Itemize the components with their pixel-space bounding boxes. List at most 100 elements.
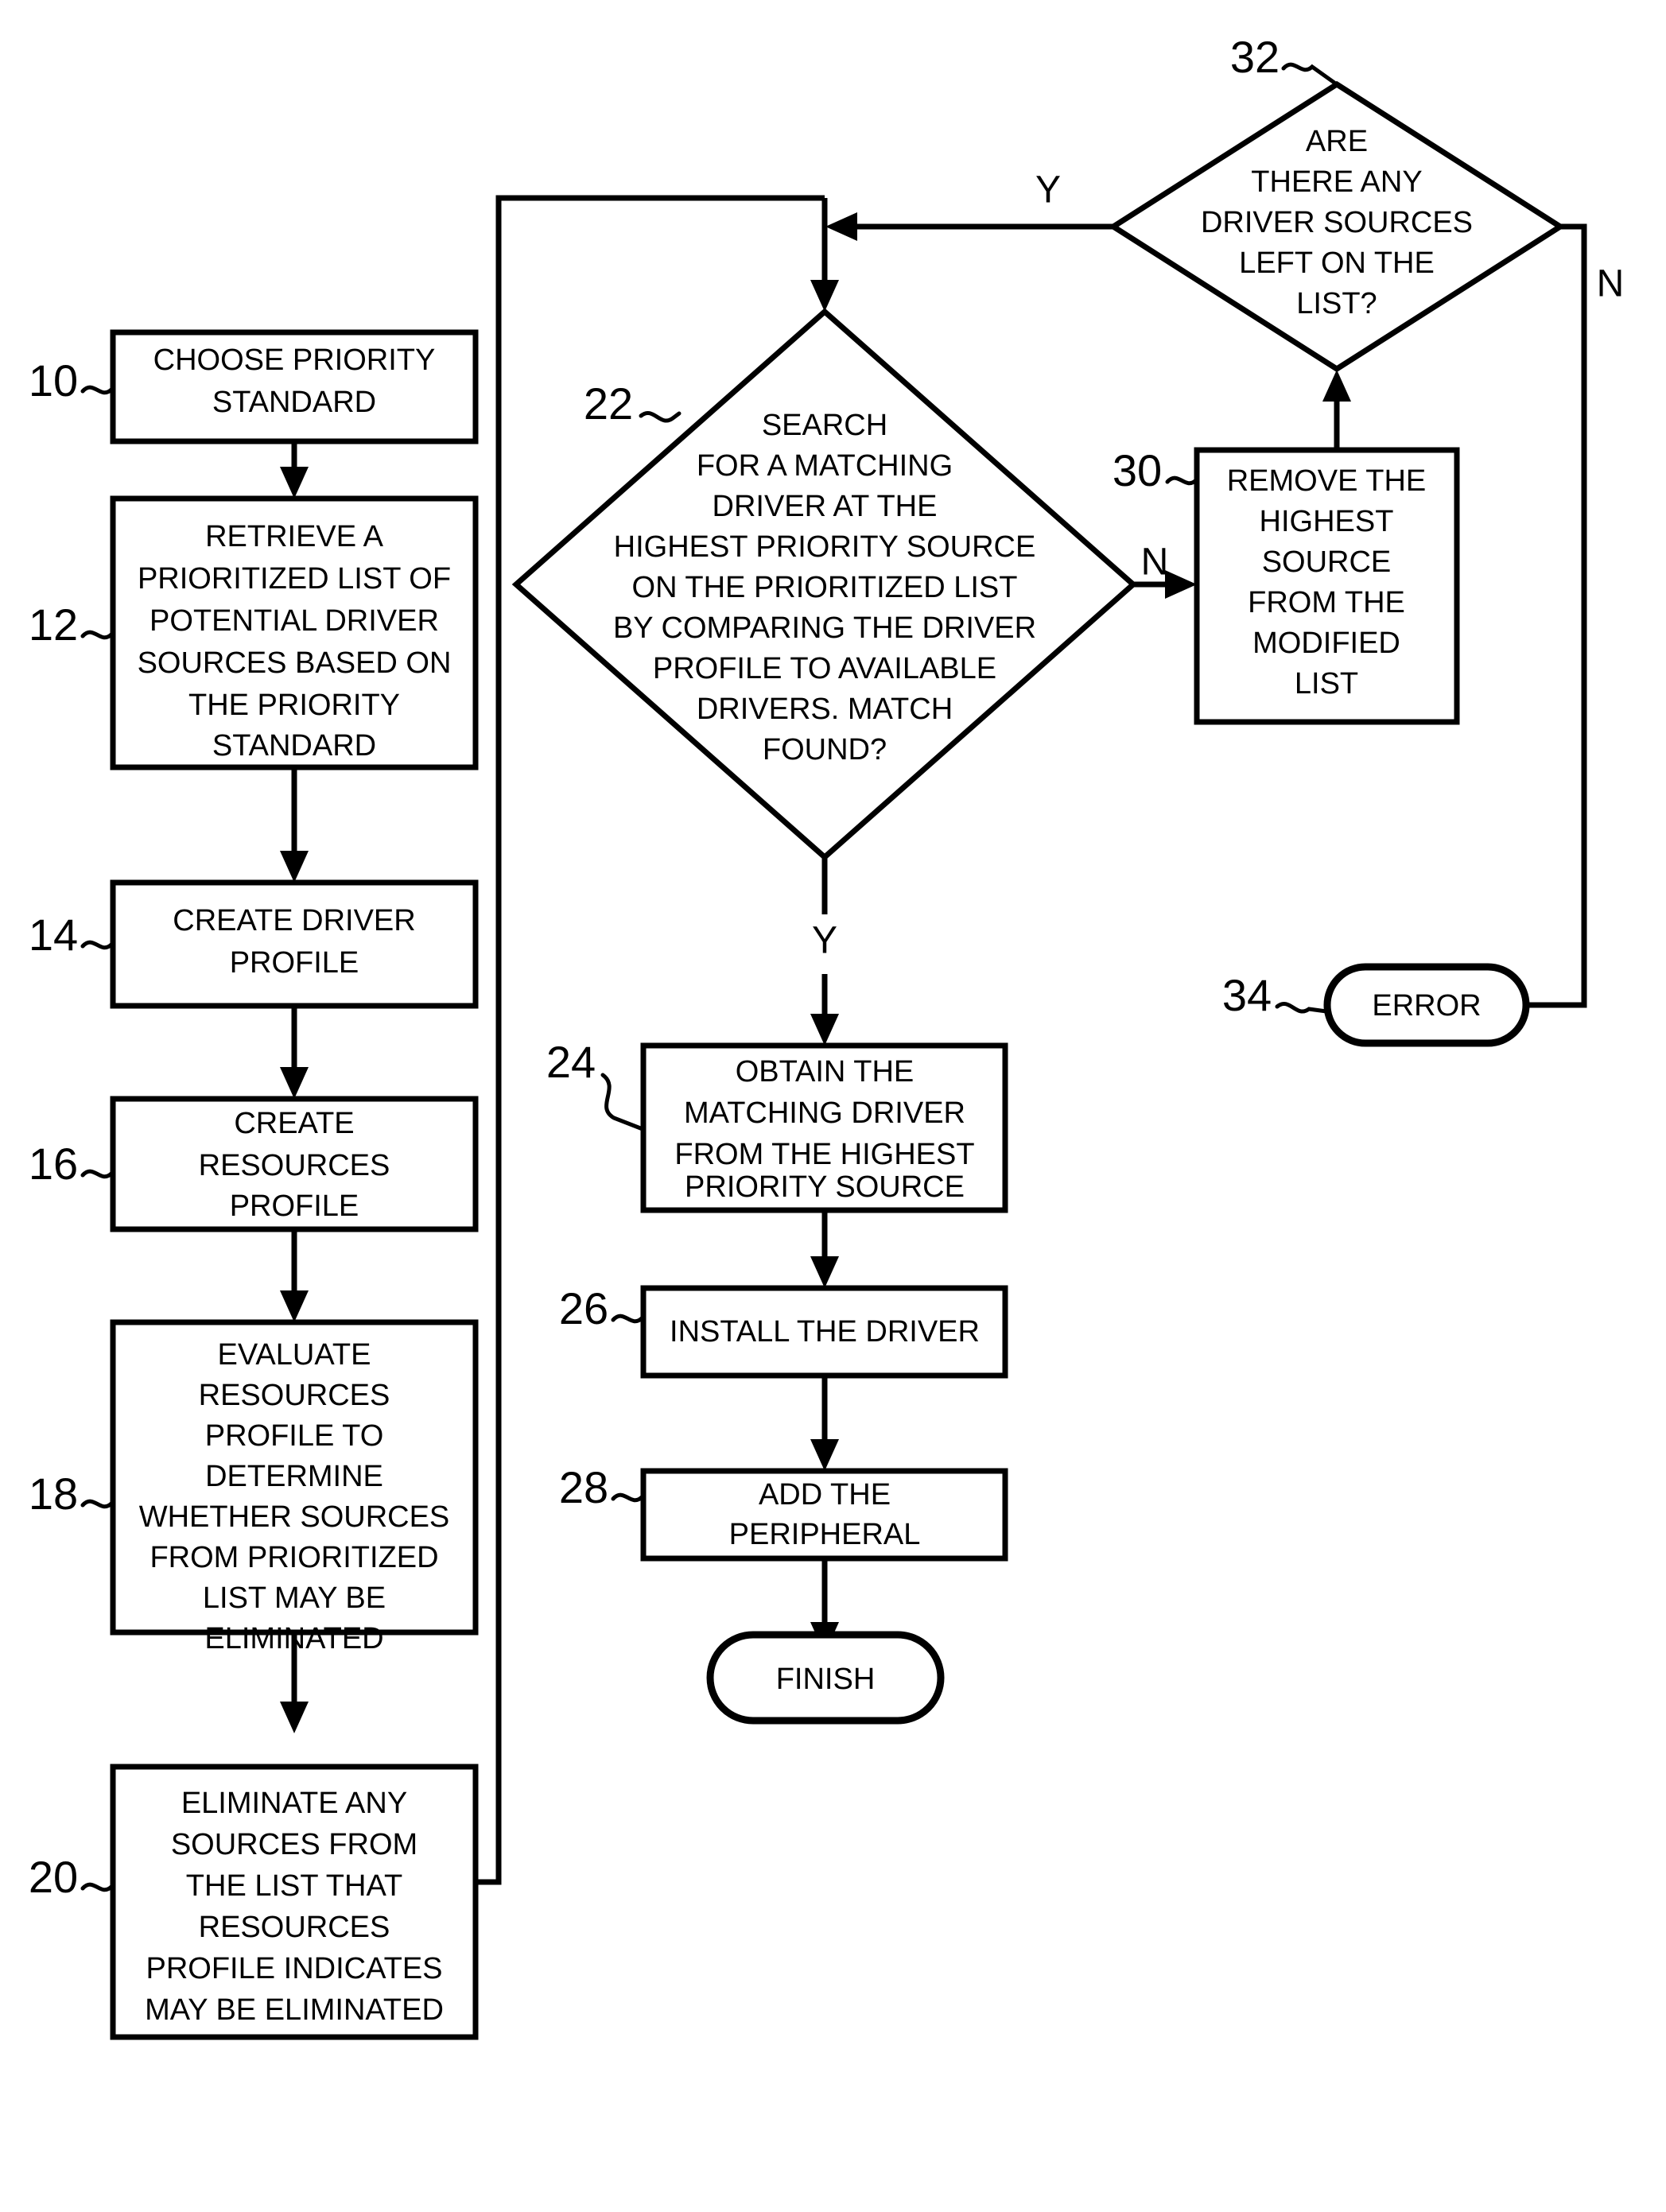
node-12-line-2: POTENTIAL DRIVER xyxy=(150,604,439,638)
connector-24-to-26 xyxy=(810,1210,839,1288)
node-28-line-0: ADD THE xyxy=(759,1478,891,1512)
node-18-line-1: RESOURCES xyxy=(199,1379,390,1412)
svg-text:12: 12 xyxy=(29,600,78,650)
node-26-install-the-driver[interactable]: INSTALL THE DRIVER xyxy=(640,1285,1008,1379)
ref-label-16: 16 xyxy=(29,1139,115,1189)
node-24-line-3: PRIORITY SOURCE xyxy=(685,1170,965,1204)
node-18-evaluate-resources-profile[interactable]: EVALUATE RESOURCES PROFILE TO DETERMINE … xyxy=(110,1319,479,1655)
node-16-create-resources-profile[interactable]: CREATE RESOURCES PROFILE xyxy=(110,1096,479,1232)
connector-12-to-14 xyxy=(280,767,309,883)
branch-label-22-yes: Y xyxy=(812,920,837,962)
node-20-line-5: MAY BE ELIMINATED xyxy=(145,1993,444,2027)
node-16-line-0: CREATE xyxy=(234,1107,354,1140)
node-20-line-0: ELIMINATE ANY xyxy=(181,1787,407,1820)
node-12-line-0: RETRIEVE A xyxy=(205,520,383,553)
svg-text:32: 32 xyxy=(1230,32,1280,82)
node-34-label: ERROR xyxy=(1372,989,1481,1023)
ref-label-14: 14 xyxy=(29,910,115,960)
node-30-line-0: REMOVE THE xyxy=(1227,464,1427,498)
node-16-line-1: RESOURCES xyxy=(199,1149,390,1182)
node-34-error-terminator[interactable]: ERROR xyxy=(1323,963,1530,1047)
node-24-line-0: OBTAIN THE xyxy=(736,1055,915,1089)
ref-label-10: 10 xyxy=(29,355,115,406)
node-finish-terminator[interactable]: FINISH xyxy=(706,1631,945,1725)
connector-into-22 xyxy=(810,198,839,312)
node-24-line-1: MATCHING DRIVER xyxy=(684,1096,965,1130)
ref-label-24: 24 xyxy=(546,1037,645,1131)
node-14-create-driver-profile[interactable]: CREATE DRIVER PROFILE xyxy=(110,879,479,1009)
node-32-line-0: ARE xyxy=(1306,125,1368,158)
ref-label-18: 18 xyxy=(29,1469,115,1519)
branch-label-22-no: N xyxy=(1141,541,1169,584)
node-32-sources-left-decision[interactable]: ARE THERE ANY DRIVER SOURCES LEFT ON THE… xyxy=(1108,80,1566,373)
ref-label-20: 20 xyxy=(29,1852,115,1902)
node-22-line-2: DRIVER AT THE xyxy=(713,490,938,523)
node-14-line-1: PROFILE xyxy=(230,946,359,980)
node-20-line-3: RESOURCES xyxy=(199,1911,390,1944)
svg-text:22: 22 xyxy=(584,378,633,429)
node-28-line-1: PERIPHERAL xyxy=(729,1518,921,1551)
node-18-line-6: LIST MAY BE xyxy=(203,1581,386,1615)
node-10-line-0: CHOOSE PRIORITY xyxy=(153,343,436,377)
connector-32-yes-to-22 xyxy=(825,212,1113,241)
ref-label-34: 34 xyxy=(1222,970,1329,1020)
node-22-line-6: PROFILE TO AVAILABLE xyxy=(653,652,996,685)
node-30-line-3: FROM THE xyxy=(1248,586,1405,619)
node-32-line-4: LIST? xyxy=(1296,287,1377,320)
node-22-line-5: BY COMPARING THE DRIVER xyxy=(613,611,1036,645)
branch-label-32-yes: Y xyxy=(1035,169,1061,211)
node-18-line-5: FROM PRIORITIZED xyxy=(150,1541,438,1574)
node-32-line-2: DRIVER SOURCES xyxy=(1201,206,1473,239)
svg-text:34: 34 xyxy=(1222,970,1272,1020)
node-16-line-2: PROFILE xyxy=(230,1189,359,1223)
svg-text:18: 18 xyxy=(29,1469,78,1519)
ref-label-22: 22 xyxy=(584,378,682,429)
node-22-line-8: FOUND? xyxy=(763,733,887,766)
node-10-line-1: STANDARD xyxy=(212,386,376,419)
node-12-line-1: PRIORITIZED LIST OF xyxy=(138,562,451,596)
connector-14-to-16 xyxy=(280,1006,309,1099)
ref-label-26: 26 xyxy=(559,1283,646,1333)
node-22-line-0: SEARCH xyxy=(762,409,887,442)
node-30-line-2: SOURCE xyxy=(1262,545,1392,579)
svg-text:26: 26 xyxy=(559,1283,608,1333)
svg-text:20: 20 xyxy=(29,1852,78,1902)
node-18-line-3: DETERMINE xyxy=(205,1460,383,1493)
node-18-line-2: PROFILE TO xyxy=(205,1419,384,1453)
branch-label-32-no: N xyxy=(1597,263,1625,305)
node-22-line-3: HIGHEST PRIORITY SOURCE xyxy=(614,530,1036,564)
node-30-remove-highest-source[interactable]: REMOVE THE HIGHEST SOURCE FROM THE MODIF… xyxy=(1194,447,1460,725)
node-18-line-0: EVALUATE xyxy=(218,1338,371,1372)
ref-label-12: 12 xyxy=(29,600,115,650)
ref-label-30: 30 xyxy=(1113,445,1200,495)
node-24-obtain-matching-driver[interactable]: OBTAIN THE MATCHING DRIVER FROM THE HIGH… xyxy=(640,1042,1008,1213)
node-14-line-0: CREATE DRIVER xyxy=(173,904,415,937)
svg-text:14: 14 xyxy=(29,910,78,960)
svg-text:28: 28 xyxy=(559,1462,608,1512)
node-22-line-4: ON THE PRIORITIZED LIST xyxy=(632,571,1018,604)
node-22-line-7: DRIVERS. MATCH xyxy=(697,693,953,726)
ref-label-32: 32 xyxy=(1230,32,1337,85)
node-30-line-5: LIST xyxy=(1295,667,1358,700)
node-26-line-0: INSTALL THE DRIVER xyxy=(670,1315,980,1349)
node-12-retrieve-prioritized-list[interactable]: RETRIEVE A PRIORITIZED LIST OF POTENTIAL… xyxy=(110,495,479,770)
node-30-line-1: HIGHEST xyxy=(1260,505,1394,538)
connector-26-to-28 xyxy=(810,1376,839,1471)
node-18-line-4: WHETHER SOURCES xyxy=(139,1500,450,1534)
flowchart-canvas: CHOOSE PRIORITY STANDARD 10 RETRIEVE A P… xyxy=(0,0,1666,2212)
node-12-line-5: STANDARD xyxy=(212,729,376,763)
svg-text:30: 30 xyxy=(1113,445,1162,495)
node-24-line-2: FROM THE HIGHEST xyxy=(674,1138,974,1171)
node-20-line-4: PROFILE INDICATES xyxy=(146,1952,442,1985)
node-32-line-1: THERE ANY xyxy=(1251,165,1422,199)
svg-text:24: 24 xyxy=(546,1037,596,1087)
node-12-line-3: SOURCES BASED ON xyxy=(138,646,452,680)
flowchart-svg: CHOOSE PRIORITY STANDARD 10 RETRIEVE A P… xyxy=(29,32,1625,2040)
connector-32-no-to-error xyxy=(1489,223,1587,1019)
node-20-eliminate-sources[interactable]: ELIMINATE ANY SOURCES FROM THE LIST THAT… xyxy=(110,1764,479,2040)
node-28-add-the-peripheral[interactable]: ADD THE PERIPHERAL xyxy=(640,1468,1008,1562)
node-20-line-2: THE LIST THAT xyxy=(186,1869,402,1903)
node-10-choose-priority-standard[interactable]: CHOOSE PRIORITY STANDARD xyxy=(110,329,479,444)
svg-text:10: 10 xyxy=(29,355,78,406)
svg-text:16: 16 xyxy=(29,1139,78,1189)
